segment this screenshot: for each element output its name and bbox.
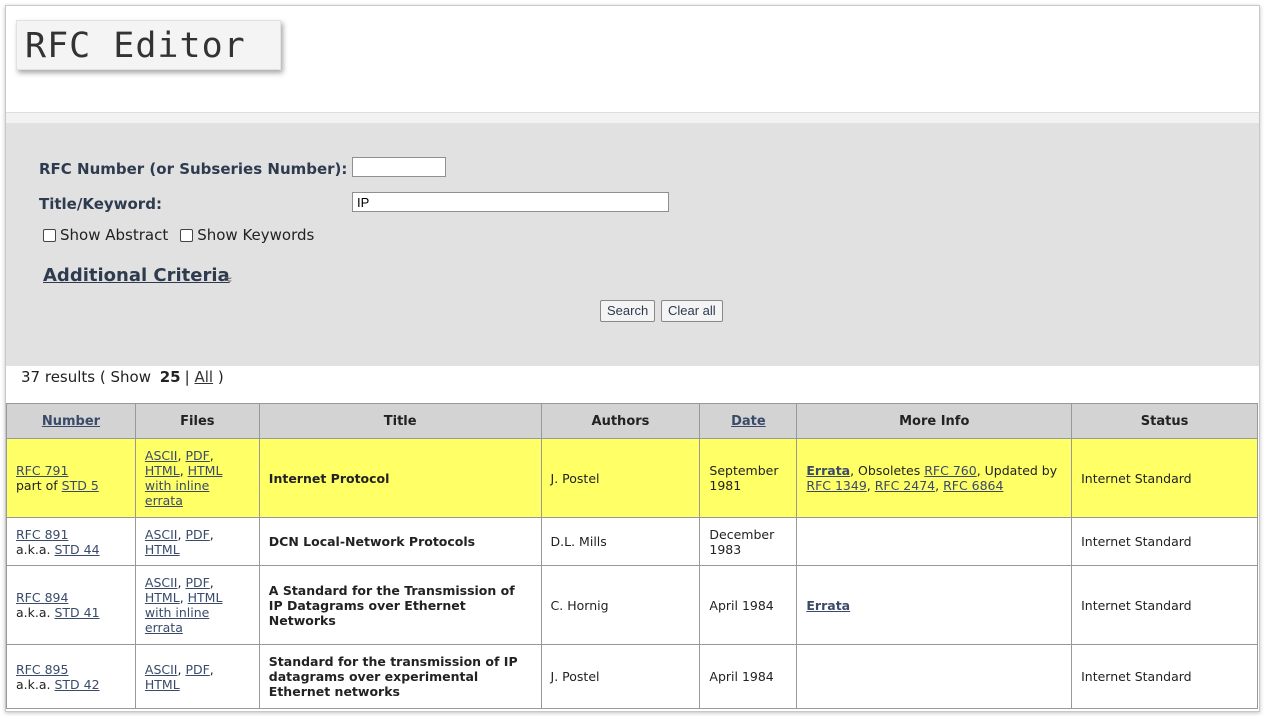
rfc-link[interactable]: RFC 894 [16,590,68,605]
header-date[interactable]: Date [699,403,798,439]
std-link[interactable]: STD 5 [62,478,99,493]
files-cell: ASCII, PDF, HTML [134,517,260,566]
date-cell: December 1983 [699,517,798,566]
header-status: Status [1071,403,1258,439]
std-link[interactable]: STD 41 [54,605,99,620]
ascii-link[interactable]: ASCII [145,527,178,542]
pdf-link[interactable]: PDF [185,575,209,590]
authors-cell: J. Postel [540,438,701,518]
authors-cell: C. Hornig [540,565,701,645]
show-abstract-checkbox[interactable] [43,228,56,242]
rfc-link[interactable]: RFC 895 [16,662,68,677]
number-cell: RFC 791 part of STD 5 [6,438,136,518]
errata-link[interactable]: Errata [806,463,850,478]
html-link[interactable]: HTML [145,542,180,557]
search-button[interactable]: Search [600,300,656,322]
number-cell: RFC 891 a.k.a. STD 44 [6,517,136,566]
show-all-link[interactable]: All [194,368,213,386]
double-chevron-down-icon[interactable]: ≈ [224,271,232,287]
header-title: Title [258,403,542,439]
rfc-number-input[interactable] [352,157,446,177]
ascii-link[interactable]: ASCII [145,662,178,677]
title-keyword-input[interactable] [352,192,669,212]
files-cell: ASCII, PDF, HTML, HTML with inline errata [134,438,260,518]
table-row: RFC 894 a.k.a. STD 41 ASCII, PDF, HTML, HT… [6,565,1258,645]
number-cell: RFC 895 a.k.a. STD 42 [6,644,136,709]
more-info-cell [796,517,1073,566]
rfc-editor-logo[interactable]: RFC Editor [16,20,281,70]
pdf-link[interactable]: PDF [185,448,209,463]
title-cell: DCN Local-Network Protocols [258,517,542,566]
ascii-link[interactable]: ASCII [145,448,178,463]
table-row: RFC 791 part of STD 5 ASCII, PDF, HTML, HT… [6,438,1258,518]
more-info-cell [796,644,1073,709]
title-cell: Internet Protocol [258,438,542,518]
pdf-link[interactable]: PDF [185,527,209,542]
rfc-number-label: RFC Number (or Subseries Number): [39,160,348,178]
files-cell: ASCII, PDF, HTML [134,644,260,709]
date-cell: April 1984 [699,644,798,709]
options-row: Show Abstract Show Keywords [43,226,326,244]
show-25-current: 25 [159,368,181,386]
errata-link[interactable]: Errata [806,598,850,613]
results-close-paren: ) [217,368,224,386]
results-summary: 37 results ( Show 25 | All ) [21,368,224,386]
status-cell: Internet Standard [1071,644,1258,709]
clear-all-button[interactable]: Clear all [661,300,723,322]
updated-by-link[interactable]: RFC 2474 [875,478,935,493]
html-link[interactable]: HTML [145,463,180,478]
status-cell: Internet Standard [1071,438,1258,518]
updated-by-link[interactable]: RFC 1349 [806,478,866,493]
show-abstract-label[interactable]: Show Abstract [60,226,168,244]
rfc-link[interactable]: RFC 891 [16,527,68,542]
more-info-cell: Errata, Obsoletes RFC 760, Updated by RF… [796,438,1073,518]
header-files: Files [134,403,260,439]
html-link[interactable]: HTML [145,590,180,605]
authors-cell: D.L. Mills [540,517,701,566]
updated-by-link[interactable]: RFC 6864 [943,478,1003,493]
status-cell: Internet Standard [1071,565,1258,645]
site-header: RFC Editor [6,6,1259,113]
results-separator: | [184,368,190,386]
table-header-row: Number Files Title Authors Date More Inf… [6,403,1258,439]
show-keywords-label[interactable]: Show Keywords [197,226,314,244]
sub-prefix: part of [16,478,58,493]
number-cell: RFC 894 a.k.a. STD 41 [6,565,136,645]
additional-criteria-link[interactable]: Additional Criteria [43,265,230,286]
show-keywords-checkbox[interactable] [180,228,194,242]
results-table: Number Files Title Authors Date More Inf… [6,403,1258,709]
results-count: 37 results ( Show [21,368,151,386]
date-cell: April 1984 [699,565,798,645]
authors-cell: J. Postel [540,644,701,709]
search-panel: RFC Number (or Subseries Number): Title/… [6,123,1259,366]
table-row: RFC 895 a.k.a. STD 42 ASCII, PDF, HTML Sta… [6,644,1258,709]
std-link[interactable]: STD 44 [54,542,99,557]
more-info-cell: Errata [796,565,1073,645]
status-cell: Internet Standard [1071,517,1258,566]
header-number[interactable]: Number [6,403,136,439]
title-cell: Standard for the transmission of IP data… [258,644,542,709]
table-row: RFC 891 a.k.a. STD 44 ASCII, PDF, HTML DCN… [6,517,1258,566]
html-link[interactable]: HTML [145,677,180,692]
rfc-link[interactable]: RFC 791 [16,463,68,478]
date-cell: September 1981 [699,438,798,518]
header-gap [6,113,1259,123]
files-cell: ASCII, PDF, HTML, HTML with inline errata [134,565,260,645]
pdf-link[interactable]: PDF [185,662,209,677]
std-link[interactable]: STD 42 [54,677,99,692]
title-keyword-label: Title/Keyword: [39,195,162,213]
page-frame: RFC Editor RFC Number (or Subseries Numb… [5,5,1260,712]
title-cell: A Standard for the Transmission of IP Da… [258,565,542,645]
header-authors: Authors [540,403,701,439]
header-more-info: More Info [796,403,1073,439]
ascii-link[interactable]: ASCII [145,575,178,590]
obsoletes-link[interactable]: RFC 760 [924,463,976,478]
